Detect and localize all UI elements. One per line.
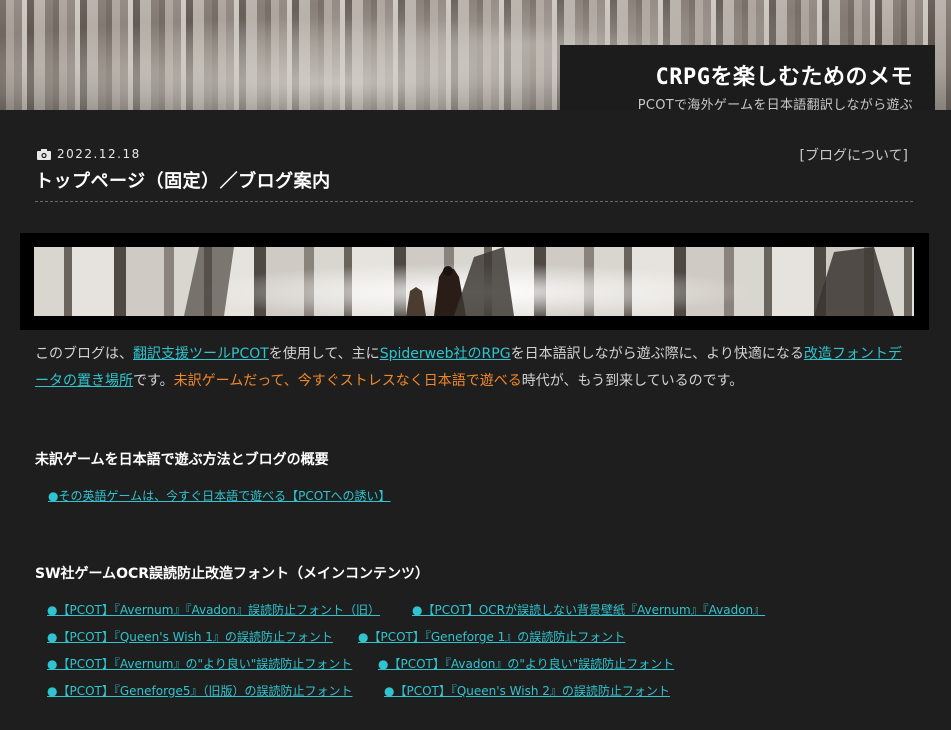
divider: [35, 201, 913, 202]
about-blog-link[interactable]: [ブログについて]: [799, 145, 908, 165]
intro-text-1: このブログは、: [35, 346, 133, 362]
link-avernum-better-font[interactable]: ●【PCOT】『Avernum』の"より良い"誤読防止フォント: [47, 655, 352, 672]
link-queens-wish-2-font[interactable]: ●【PCOT】『Queen's Wish 2』の誤読防止フォント: [384, 682, 670, 699]
link-pcot-invitation[interactable]: ●その英語ゲームは、今すぐ日本語で遊べる【PCOTへの誘い】: [48, 487, 391, 504]
link-geneforge5-font[interactable]: ●【PCOT】『Geneforge5』（旧版）の誤読防止フォント: [47, 682, 352, 699]
intro-text-2: を使用して、主に: [268, 346, 380, 362]
intro-text-3: を日本語訳しながら遊ぶ際に、より快適になる: [510, 346, 804, 362]
post-date-text: 2022.12.18: [57, 147, 141, 161]
section-heading-overview: 未訳ゲームを日本語で遊ぶ方法とブログの概要: [35, 452, 329, 468]
post-title: トップページ（固定）／ブログ案内: [35, 171, 331, 192]
site-title[interactable]: CRPGを楽しむためのメモ: [656, 59, 913, 91]
site-subtitle: PCOTで海外ゲームを日本語翻訳しながら遊ぶ: [637, 98, 913, 110]
title-box: CRPGを楽しむためのメモ PCOTで海外ゲームを日本語翻訳しながら遊ぶ: [560, 45, 935, 110]
spiderweb-link[interactable]: Spiderweb社のRPG: [380, 346, 511, 362]
section-heading-fonts: SW社ゲームOCR誤読防止改造フォント（メインコンテンツ）: [35, 566, 430, 582]
camera-icon: [37, 148, 51, 160]
banner-figures: [184, 247, 894, 316]
post-date: 2022.12.18: [37, 147, 141, 161]
intro-paragraph: このブログは、翻訳支援ツールPCOTを使用して、主にSpiderweb社のRPG…: [35, 341, 915, 395]
intro-text-4: です。: [133, 373, 174, 389]
link-geneforge-1-font[interactable]: ●【PCOT】『Geneforge 1』の誤読防止フォント: [358, 628, 625, 645]
intro-highlight: 未訳ゲームだって、今すぐストレスなく日本語で遊べる: [173, 373, 522, 389]
link-queens-wish-1-font[interactable]: ●【PCOT】『Queen's Wish 1』の誤読防止フォント: [47, 628, 333, 645]
banner-image: [34, 247, 914, 316]
intro-text-5: 時代が、もう到来しているのです。: [521, 373, 744, 389]
pcot-link[interactable]: 翻訳支援ツールPCOT: [133, 346, 269, 362]
header-banner: CRPGを楽しむためのメモ PCOTで海外ゲームを日本語翻訳しながら遊ぶ: [0, 0, 951, 110]
link-avadon-better-font[interactable]: ●【PCOT】『Avadon』の"より良い"誤読防止フォント: [378, 655, 674, 672]
link-avernum-avadon-old-font[interactable]: ●【PCOT】『Avernum』『Avadon』誤読防止フォント（旧）: [47, 601, 380, 618]
banner-frame: [20, 233, 929, 330]
link-ocr-wallpaper[interactable]: ●【PCOT】OCRが誤読しない背景壁紙『Avernum』『Avadon』: [412, 601, 765, 618]
